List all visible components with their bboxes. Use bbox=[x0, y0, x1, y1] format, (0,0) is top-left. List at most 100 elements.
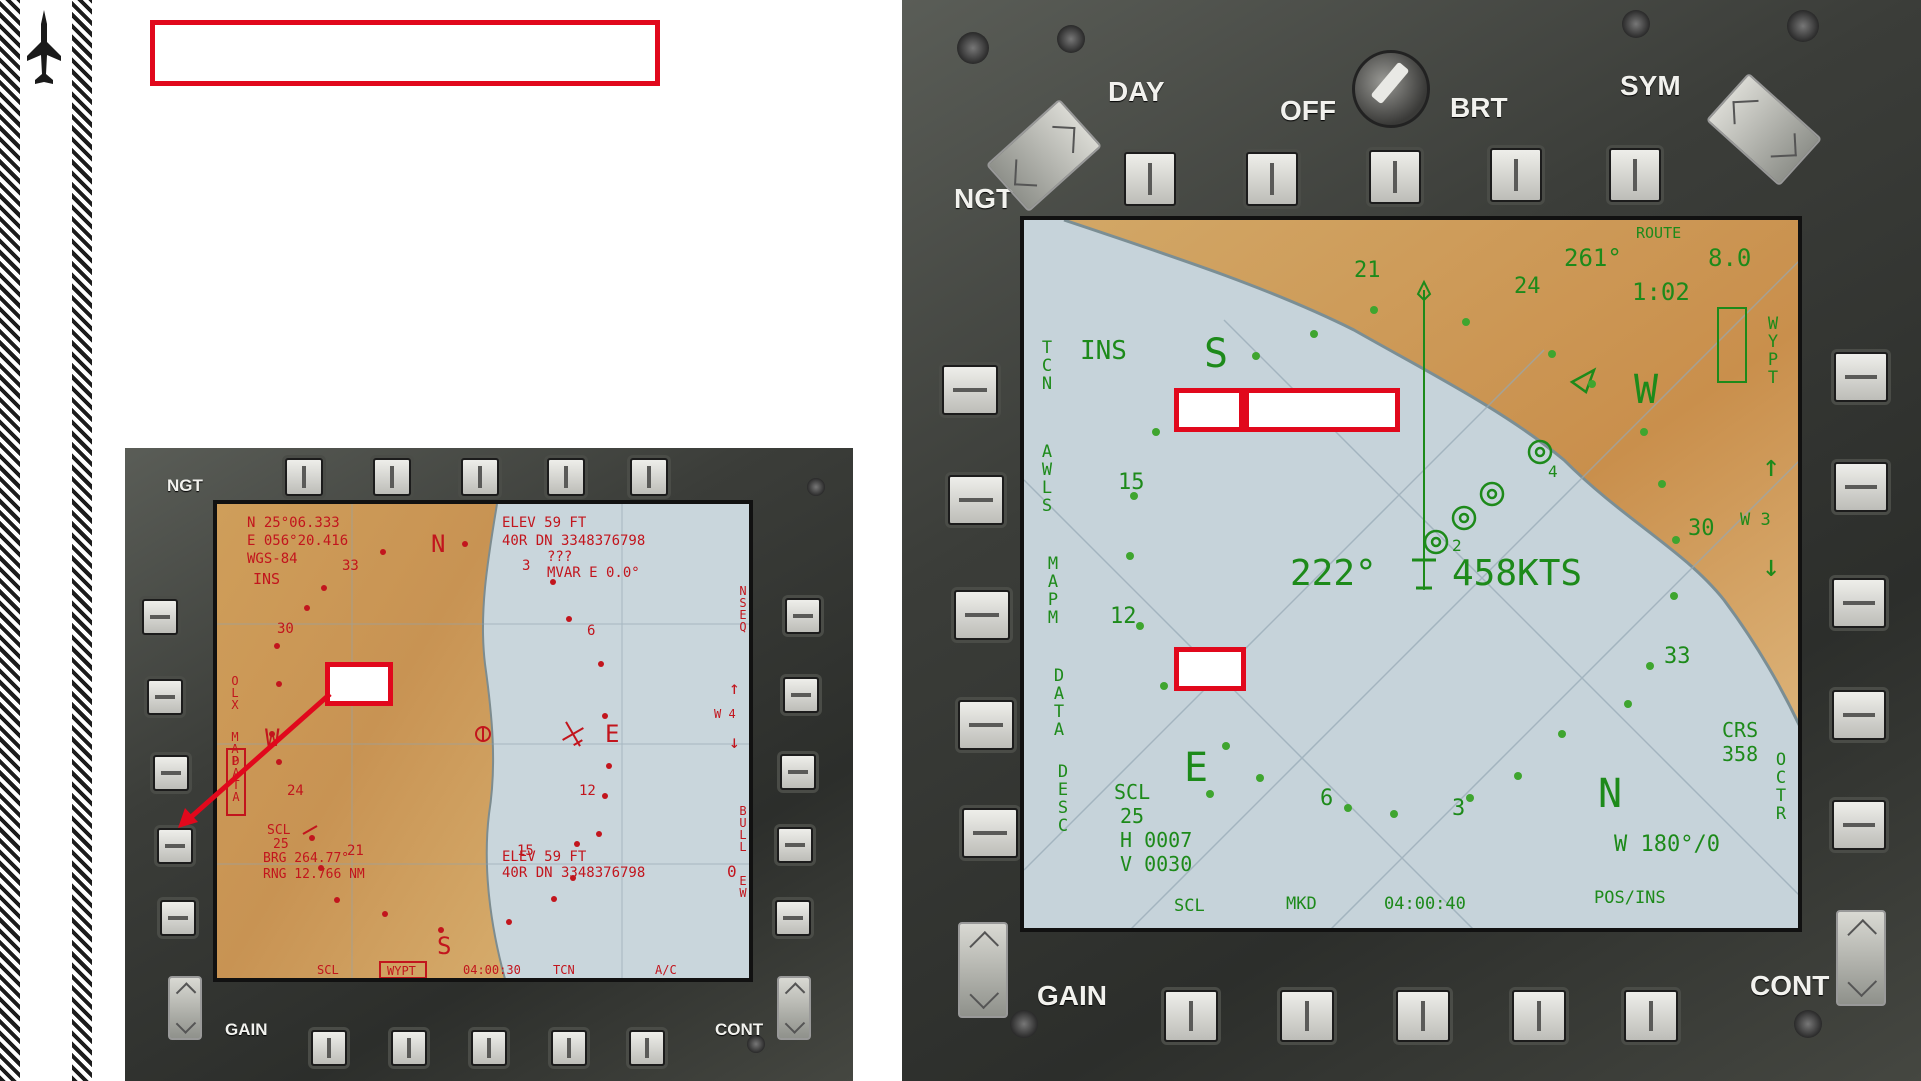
osb-right-5[interactable] bbox=[1832, 800, 1886, 850]
osb-top-3[interactable] bbox=[1369, 150, 1421, 204]
mapm-label[interactable]: MAPM bbox=[1043, 554, 1063, 626]
compass-w: W bbox=[265, 724, 280, 752]
steer-up-icon[interactable]: ↑ bbox=[1762, 452, 1780, 482]
cont-rocker[interactable] bbox=[777, 976, 811, 1040]
osb-left-2[interactable] bbox=[147, 679, 183, 715]
osb-right-4[interactable] bbox=[777, 827, 813, 863]
route-label[interactable]: ROUTE bbox=[1636, 226, 1681, 241]
osb-right-1-wypt[interactable] bbox=[1834, 352, 1888, 402]
ins-label[interactable]: INS bbox=[1080, 338, 1127, 364]
olx-label[interactable]: OLX bbox=[228, 674, 242, 710]
osb-top-5[interactable] bbox=[630, 458, 668, 496]
osb-top-4[interactable] bbox=[547, 458, 585, 496]
osb-label-ac[interactable]: A/C bbox=[655, 964, 677, 976]
osb-right-1[interactable] bbox=[785, 598, 821, 634]
osb-top-1[interactable] bbox=[1124, 152, 1176, 206]
wind-readout: W 180°/0 bbox=[1614, 832, 1720, 857]
osb-left-3[interactable] bbox=[153, 755, 189, 791]
osb-left-4-data[interactable] bbox=[958, 700, 1014, 750]
ground-speed: 458KTS bbox=[1452, 553, 1583, 594]
osb-right-5[interactable] bbox=[775, 900, 811, 936]
callout-box-waypoint-b bbox=[1244, 388, 1400, 432]
osb-bottom-4[interactable] bbox=[1512, 990, 1566, 1042]
bottom-digit: 0 bbox=[727, 862, 737, 881]
osb-right-4[interactable] bbox=[1832, 690, 1886, 740]
osb-left-3-mapm[interactable] bbox=[954, 590, 1010, 640]
octr-label[interactable]: OCTR bbox=[1771, 750, 1791, 822]
osb-left-5[interactable] bbox=[160, 900, 196, 936]
osb-right-2[interactable] bbox=[783, 677, 819, 713]
ew-label[interactable]: EW bbox=[736, 874, 749, 898]
w3-label[interactable]: W 3 bbox=[1740, 512, 1771, 529]
steer-down-icon[interactable]: ↓ bbox=[1762, 552, 1780, 582]
steer-distance: 8.0 bbox=[1708, 244, 1752, 272]
osb-label-pos-ins[interactable]: POS/INS bbox=[1594, 890, 1666, 907]
sym-rocker[interactable] bbox=[1705, 72, 1823, 187]
steer-down-icon[interactable]: ↓ bbox=[729, 734, 740, 752]
osb-left-2-awls[interactable] bbox=[948, 475, 1004, 525]
osb-bottom-3[interactable] bbox=[1396, 990, 1450, 1042]
scale-label: SCL bbox=[267, 823, 291, 838]
osb-top-1[interactable] bbox=[285, 458, 323, 496]
awls-label[interactable]: AWLS bbox=[1037, 442, 1057, 514]
osb-top-3[interactable] bbox=[461, 458, 499, 496]
callout-box-left-map bbox=[325, 662, 393, 706]
day-label: DAY bbox=[1108, 76, 1165, 107]
data-label[interactable]: DATA bbox=[1049, 666, 1069, 738]
ring-label-6: 6 bbox=[1320, 786, 1334, 811]
osb-bottom-2[interactable] bbox=[391, 1030, 427, 1066]
osb-top-4[interactable] bbox=[1490, 148, 1542, 202]
osb-bottom-4[interactable] bbox=[551, 1030, 587, 1066]
osb-left-1-ins[interactable] bbox=[942, 365, 998, 415]
mission-time: 04:00:40 bbox=[1384, 894, 1466, 914]
ring-label-33: 33 bbox=[1664, 644, 1691, 669]
osb-right-2[interactable] bbox=[1834, 462, 1888, 512]
brightness-knob[interactable] bbox=[1352, 50, 1430, 128]
osb-left-4-data[interactable] bbox=[157, 828, 193, 864]
scale-label: SCL bbox=[1114, 780, 1151, 804]
steer-up-icon[interactable]: ↑ bbox=[729, 680, 740, 698]
osb-top-5[interactable] bbox=[1609, 148, 1661, 202]
osb-bottom-2[interactable] bbox=[1280, 990, 1334, 1042]
osb-right-3[interactable] bbox=[780, 754, 816, 790]
hazard-stripe-left bbox=[0, 0, 20, 1081]
osb-bottom-5[interactable] bbox=[629, 1030, 665, 1066]
osb-bottom-1[interactable] bbox=[311, 1030, 347, 1066]
osb-label-scl[interactable]: SCL bbox=[317, 964, 339, 976]
callout-box-waypoint-a bbox=[1174, 388, 1244, 432]
tcn-label[interactable]: TCN bbox=[1037, 338, 1057, 392]
osb-label-scl[interactable]: SCL bbox=[1174, 898, 1205, 915]
osb-left-1[interactable] bbox=[142, 599, 178, 635]
osb-bottom-5[interactable] bbox=[1624, 990, 1678, 1042]
cont-rocker[interactable] bbox=[1836, 910, 1886, 1006]
osb-label-tcn[interactable]: TCN bbox=[553, 964, 575, 976]
compass-n: N bbox=[1598, 771, 1623, 817]
compass-w: W bbox=[1634, 367, 1659, 413]
data-label[interactable]: DATA bbox=[229, 754, 243, 802]
osb-right-3[interactable] bbox=[1832, 578, 1886, 628]
wypt-label[interactable]: WYPT bbox=[1763, 314, 1783, 386]
h-readout: H 0007 bbox=[1120, 828, 1193, 852]
bull-label[interactable]: BULL bbox=[736, 804, 749, 852]
bezel-screw bbox=[1010, 1010, 1038, 1038]
compass-s: S bbox=[1204, 331, 1229, 377]
osb-label-mkd[interactable]: MKD bbox=[1286, 896, 1317, 913]
w4-label[interactable]: W 4 bbox=[714, 708, 736, 720]
osb-bottom-3[interactable] bbox=[471, 1030, 507, 1066]
osb-left-5-desc[interactable] bbox=[962, 808, 1018, 858]
gain-rocker[interactable] bbox=[168, 976, 202, 1040]
osb-top-2[interactable] bbox=[373, 458, 411, 496]
lon-readout: E 056°20.416 bbox=[247, 533, 349, 549]
bezel-screw bbox=[957, 32, 989, 64]
cont-label: CONT bbox=[1750, 970, 1830, 1001]
osb-bottom-1[interactable] bbox=[1164, 990, 1218, 1042]
osb-top-2[interactable] bbox=[1246, 152, 1298, 206]
jet-icon bbox=[26, 8, 62, 92]
gain-rocker[interactable] bbox=[958, 922, 1008, 1018]
ring-label-12: 12 bbox=[1110, 604, 1137, 629]
nseq-label[interactable]: NSEQ bbox=[736, 584, 749, 632]
v-readout: V 0030 bbox=[1120, 852, 1193, 876]
ground-track: 222° bbox=[1290, 553, 1377, 594]
desc-label[interactable]: DESC bbox=[1053, 762, 1073, 834]
osb-label-wypt[interactable]: WYPT bbox=[387, 965, 416, 977]
